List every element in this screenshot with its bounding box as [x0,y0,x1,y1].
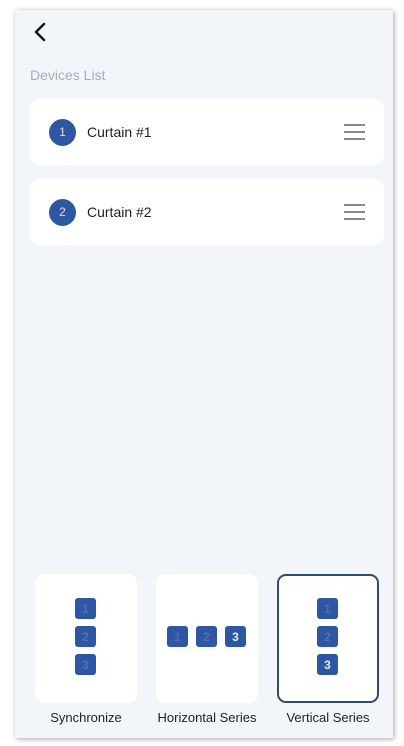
mode-horizontal-series-label: Horizontal Series [157,710,257,725]
mode-horizontal-series-button[interactable]: 1 2 3 [156,574,258,703]
device-item-curtain-2[interactable]: 2 Curtain #2 [30,179,384,245]
mode-vertical-series-label: Vertical Series [286,710,370,725]
drag-handle-icon[interactable] [344,203,365,221]
device-name: Curtain #2 [87,204,152,220]
drag-handle-icon[interactable] [344,123,365,141]
device-square-2: 2 [75,626,96,647]
mode-synchronize-label: Synchronize [50,710,122,725]
device-square-3: 3 [317,654,338,675]
device-square-3: 3 [75,654,96,675]
device-number-badge: 1 [49,118,76,146]
back-button[interactable] [27,18,55,46]
mode-vertical-series-button[interactable]: 1 2 3 [277,574,379,703]
device-square-2: 2 [196,626,217,647]
screen: Devices List 1 Curtain #1 2 Curtain #2 1… [15,10,393,738]
device-name: Curtain #1 [87,124,152,140]
device-item-curtain-1[interactable]: 1 Curtain #1 [30,99,384,165]
chevron-left-icon [34,22,46,42]
device-square-1: 1 [75,598,96,619]
device-number-badge: 2 [49,198,76,226]
device-square-1: 1 [317,598,338,619]
device-square-3: 3 [225,626,246,647]
device-square-1: 1 [167,626,188,647]
devices-list-heading: Devices List [30,67,106,83]
mode-synchronize-button[interactable]: 1 2 3 [35,574,137,703]
device-square-2: 2 [317,626,338,647]
